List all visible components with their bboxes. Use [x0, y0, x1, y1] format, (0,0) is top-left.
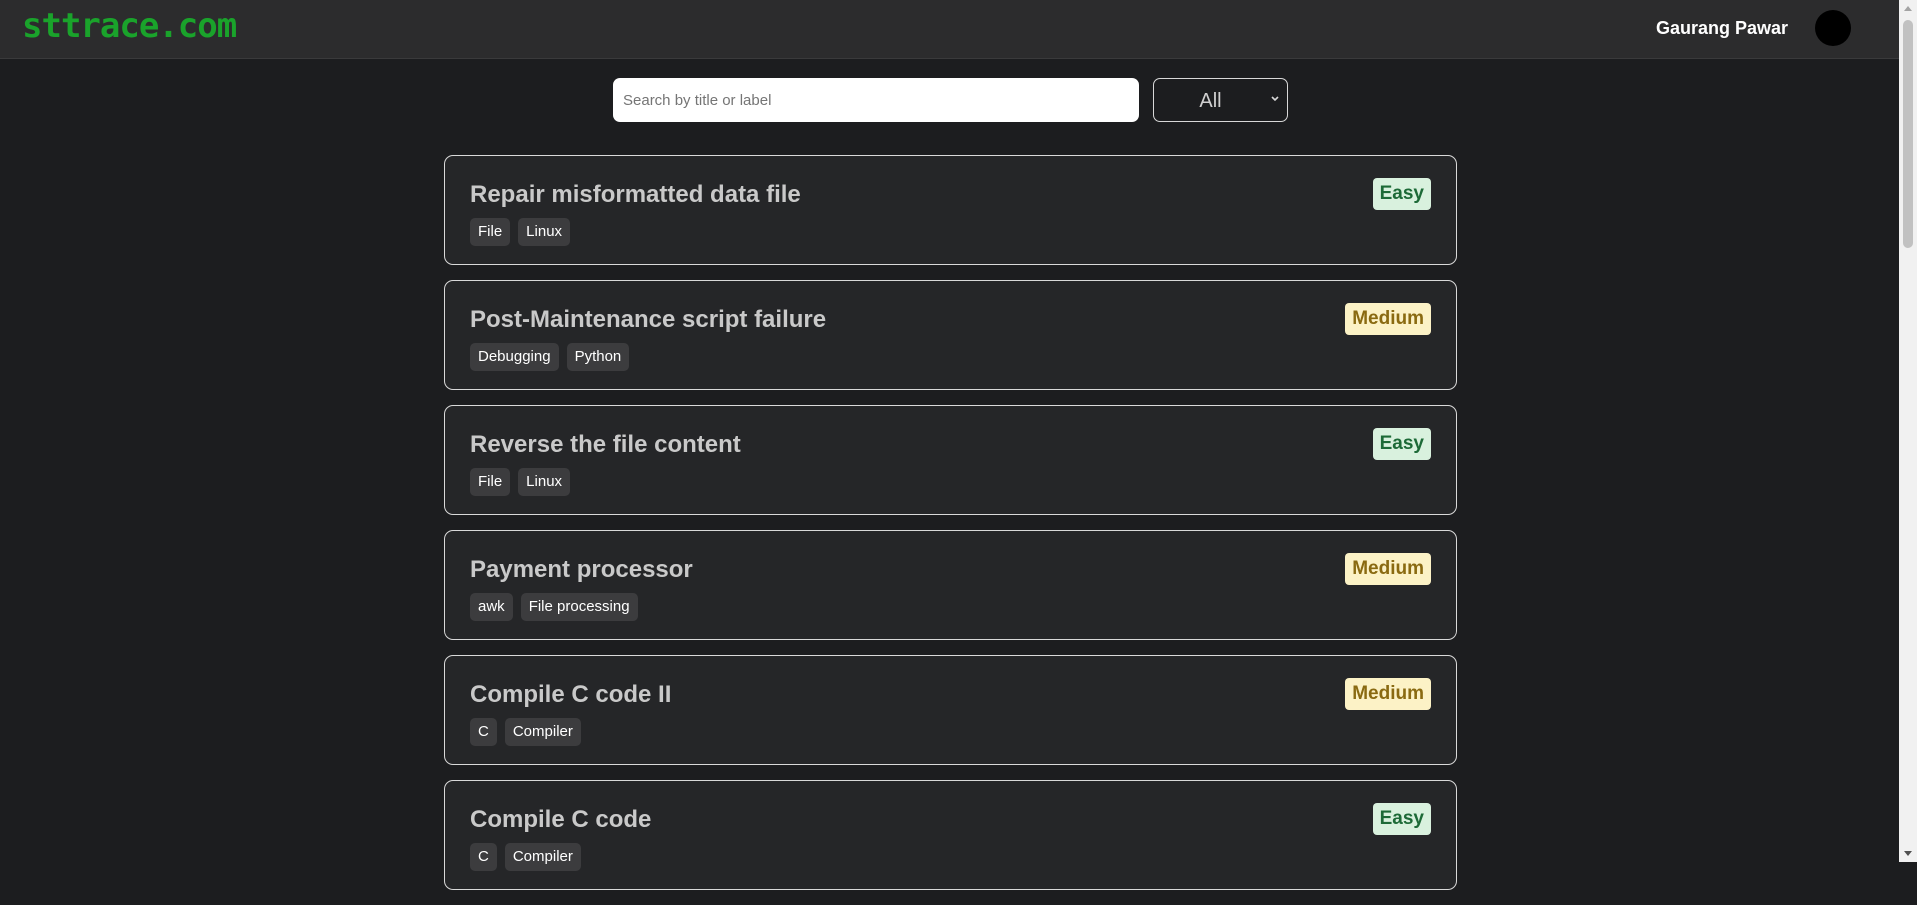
- tag-list: awk File processing: [470, 593, 638, 621]
- difficulty-filter-select[interactable]: All: [1153, 78, 1288, 122]
- tag-list: Debugging Python: [470, 343, 630, 371]
- problem-card[interactable]: Compile C code II C Compiler Medium: [444, 655, 1457, 765]
- page-scrollbar[interactable]: [1899, 0, 1917, 862]
- tag-chip: Compiler: [504, 843, 581, 871]
- tag-chip: Python: [566, 343, 630, 371]
- tag-list: C Compiler: [470, 718, 581, 746]
- tag-chip: C: [470, 843, 497, 871]
- search-input[interactable]: [613, 78, 1139, 122]
- chevron-down-icon: [1271, 96, 1279, 102]
- difficulty-badge: Medium: [1345, 553, 1431, 585]
- problem-card[interactable]: Payment processor awk File processing Me…: [444, 530, 1457, 640]
- tag-chip: Linux: [518, 218, 571, 246]
- tag-chip: File processing: [520, 593, 638, 621]
- problem-title[interactable]: Repair misformatted data file: [470, 181, 801, 209]
- problem-card[interactable]: Compile C code C Compiler Easy: [444, 780, 1457, 890]
- problem-list: Repair misformatted data file File Linux…: [444, 155, 1457, 905]
- top-header: sttrace.com Gaurang Pawar: [0, 0, 1899, 59]
- tag-list: File Linux: [470, 218, 571, 246]
- difficulty-badge: Easy: [1372, 178, 1431, 210]
- difficulty-badge: Medium: [1345, 303, 1431, 335]
- tag-chip: Debugging: [470, 343, 559, 371]
- problem-title[interactable]: Post-Maintenance script failure: [470, 306, 826, 334]
- tag-chip: Linux: [518, 468, 571, 496]
- filter-selected-value: All: [1199, 90, 1222, 112]
- problem-title[interactable]: Reverse the file content: [470, 431, 741, 459]
- tag-list: File Linux: [470, 468, 571, 496]
- tag-chip: awk: [470, 593, 513, 621]
- tag-chip: File: [470, 468, 511, 496]
- scrollbar-thumb[interactable]: [1903, 20, 1913, 248]
- difficulty-badge: Easy: [1372, 803, 1431, 835]
- problem-title[interactable]: Payment processor: [470, 556, 693, 584]
- user-name[interactable]: Gaurang Pawar: [1656, 18, 1788, 39]
- scroll-down-arrow-icon[interactable]: [1904, 851, 1912, 856]
- site-logo[interactable]: sttrace.com: [22, 6, 237, 46]
- scroll-up-arrow-icon[interactable]: [1904, 6, 1912, 11]
- difficulty-badge: Medium: [1345, 678, 1431, 710]
- tag-list: C Compiler: [470, 843, 581, 871]
- tag-chip: C: [470, 718, 497, 746]
- tag-chip: Compiler: [504, 718, 581, 746]
- difficulty-badge: Easy: [1372, 428, 1431, 460]
- problem-card[interactable]: Reverse the file content File Linux Easy: [444, 405, 1457, 515]
- problem-card[interactable]: Repair misformatted data file File Linux…: [444, 155, 1457, 265]
- user-avatar[interactable]: [1815, 10, 1851, 46]
- problem-title[interactable]: Compile C code: [470, 806, 651, 834]
- problem-card[interactable]: Post-Maintenance script failure Debuggin…: [444, 280, 1457, 390]
- problem-title[interactable]: Compile C code II: [470, 681, 671, 709]
- tag-chip: File: [470, 218, 511, 246]
